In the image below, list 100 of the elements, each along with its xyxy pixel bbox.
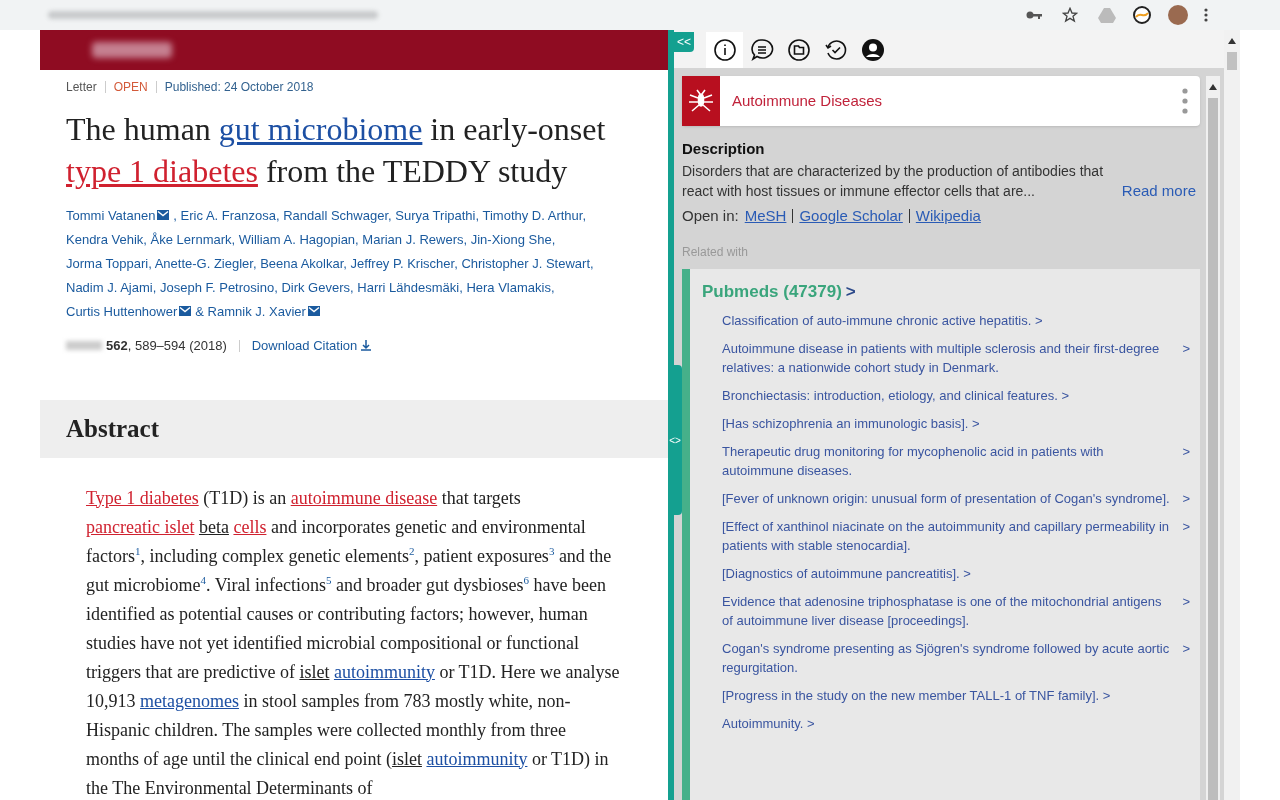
reference-link[interactable]: 3 (548, 544, 555, 557)
inner-scrollbar[interactable] (1206, 76, 1220, 800)
avatar[interactable] (1168, 5, 1188, 25)
extension-icon[interactable] (1132, 5, 1152, 25)
article-meta: Published: 24 October 2018 (164, 79, 314, 96)
source-link[interactable]: Google Scholar (799, 204, 903, 227)
author-link[interactable]: Anette-G. Ziegler (154, 256, 253, 271)
pubmed-link[interactable]: Therapeutic drug monitoring for mycophenolic acid in patients with autoimmune diseases. > (722, 441, 1190, 480)
author-link[interactable]: Ramnik J. Xavier (207, 304, 306, 319)
panel-tab[interactable] (706, 32, 743, 68)
mosquito-icon (687, 87, 715, 115)
term-link[interactable]: metagenomes (140, 690, 239, 711)
author-link[interactable]: William A. Hagopian (238, 232, 356, 247)
term-link[interactable]: Type 1 diabetes (86, 487, 199, 508)
reference-link[interactable]: 4 (200, 573, 206, 586)
author-link[interactable]: Jeffrey P. Krischer (350, 256, 455, 271)
blurred-journal (66, 341, 102, 351)
pubmed-link[interactable]: [Has schizophrenia an immunologic basis]. > (722, 413, 1190, 433)
separator-text: , (582, 208, 587, 223)
more-icon[interactable] (1204, 8, 1208, 22)
separator-text: , (231, 232, 236, 247)
reference-link[interactable]: 5 (326, 573, 332, 586)
more-vertical-icon[interactable] (1182, 88, 1188, 114)
pubmed-link[interactable]: [Effect of xanthinol niacinate on the autoimmunity and capillary permeability in patients with stable stenocardia]. > (722, 516, 1190, 555)
author-link[interactable]: Nadim J. Ajami (66, 280, 153, 295)
history-check-icon (823, 38, 848, 62)
separator-text: , (475, 208, 480, 223)
mail-icon (157, 210, 170, 220)
term-link[interactable]: autoimmunity (333, 661, 435, 682)
author-link[interactable]: Timothy D. Arthur (482, 208, 583, 223)
term-link[interactable]: pancreatic islet (86, 516, 195, 537)
author-link[interactable]: Tommi Vatanen (66, 208, 156, 223)
term-link[interactable]: autoimmune disease (290, 487, 438, 508)
pubmed-link[interactable]: [Diagnostics of autoimmune pancreatitis]. > (722, 563, 1190, 583)
term-link[interactable]: autoimmunity (426, 748, 528, 769)
citation: 562, 589–594 (2018) (106, 337, 227, 355)
pubmed-link[interactable]: Cogan's syndrome presenting as Sjögren's syndrome followed by acute aortic regurgitation. > (722, 638, 1190, 677)
source-link[interactable]: Wikipedia (915, 204, 981, 227)
related-label: Related with (682, 244, 750, 261)
chevron-text: > (845, 281, 856, 303)
author-link[interactable]: Beena Akolkar (260, 256, 344, 271)
pubmed-link[interactable]: Autoimmunity. > (722, 713, 1190, 733)
author-link[interactable]: Christopher J. Stewart (461, 256, 590, 271)
author-link[interactable]: Dirk Gevers (281, 280, 350, 295)
term-link[interactable]: cells (233, 516, 267, 537)
folder-icon (786, 38, 811, 62)
separator-text: , (454, 256, 458, 271)
author-link[interactable]: Hera Vlamakis (466, 280, 551, 295)
scrollbar-thumb[interactable] (1227, 52, 1237, 70)
scroll-up-icon[interactable] (1228, 38, 1236, 44)
info-icon (712, 38, 737, 62)
reference-link[interactable]: 6 (523, 573, 529, 586)
scrollbar-thumb[interactable] (1208, 98, 1218, 800)
separator-text: , (276, 208, 280, 223)
separator-text: , (148, 256, 152, 271)
separator-text: , (274, 280, 278, 295)
pubmed-link[interactable]: Classification of auto-immune chronic active hepatitis. > (722, 310, 1190, 330)
scroll-up-icon[interactable] (1209, 84, 1217, 90)
open-in-label: Open in: (682, 205, 739, 226)
description-text: Disorders that are characterized by the production of antibodies that react with host tissues or immune effector cells that are... (682, 161, 1105, 201)
reference-link[interactable]: 1 (135, 544, 141, 557)
separator-text: , (173, 208, 177, 223)
page-scrollbar[interactable] (1224, 30, 1240, 800)
pubmed-link[interactable]: [Progress in the study on the new member TALL-1 of TNF family]. > (722, 685, 1190, 705)
pubmed-link[interactable]: Evidence that adenosine triphosphatase is one of the mitochondrial antigens of autoimmune liver disease [proceedings]. > (722, 591, 1190, 630)
mail-icon (307, 306, 320, 316)
source-link[interactable]: MeSH (744, 204, 787, 227)
term-link[interactable]: beta (198, 516, 229, 537)
separator-text: , (252, 256, 257, 271)
separator-text: , (459, 280, 463, 295)
pubmed-link[interactable]: Bronchiectasis: introduction, etiology, and clinical features. > (722, 385, 1190, 405)
key-icon[interactable] (1026, 10, 1042, 20)
separator-text: , (355, 232, 359, 247)
separator-text: , (550, 280, 555, 295)
author-link[interactable]: Åke Lernmark (150, 232, 232, 247)
star-icon[interactable] (1062, 7, 1078, 23)
author-link[interactable]: Jin-Xiong She (470, 232, 552, 247)
topic-title: Autoimmune Diseases (732, 90, 883, 111)
description-label: Description (682, 139, 766, 159)
separator-text: , (590, 256, 594, 271)
mail-icon (179, 306, 192, 316)
read-more-link[interactable]: Read more (1121, 180, 1196, 201)
author-link[interactable]: Randall Schwager (283, 208, 389, 223)
term-link[interactable]: islet (299, 661, 330, 682)
author-link[interactable]: Eric A. Franzosa (180, 208, 276, 223)
pubmed-link[interactable]: Autoimmune disease in patients with multiple sclerosis and their first-degree relatives: a nationwide cohort study in Denmark. > (722, 338, 1190, 377)
reference-link[interactable]: 2 (408, 544, 415, 557)
download-citation-link[interactable]: Download Citation (251, 336, 372, 356)
separator-text: , (143, 232, 147, 247)
download-icon (361, 340, 372, 352)
separator-text: , (152, 280, 157, 295)
separator-text: , (463, 232, 468, 247)
term-link[interactable]: type 1 diabetes (66, 153, 258, 189)
author-link[interactable]: Curtis Huttenhower (66, 304, 178, 319)
pubmed-link[interactable]: [Fever of unknown origin: unusual form of presentation of Cogan's syndrome]. > (722, 488, 1190, 508)
abstract-text: Type 1 diabetes (T1D) is an autoimmune disease that targets pancreatic islet beta cells and incorporates genetic and environmental factors$^{1}$, including complex genetic elements$^{2}$, patient exposures$^{3}$ and the gut microbiome$^{4}$. Viral infections$^{5}$ and broader gut dysbioses$^{6}$ have been identified as potential causes or contributing factors; however, human studies have not yet identified microbial compositional or functional triggers that are predictive of islet autoimmunity or T1D. Here we analyse 10,913 metagenomes in stool samples from 783 mostly white, non-Hispanic children. The samples were collected monthly from three months of age until the clinical end point (islet autoimmunity or T1D) in the The Environmental Determinants of (85, 486, 621, 800)
term-link[interactable]: gut microbiome (218, 111, 423, 147)
separator-text: , (551, 232, 556, 247)
term-link[interactable]: islet (391, 748, 422, 769)
separator-text: & (195, 304, 204, 319)
